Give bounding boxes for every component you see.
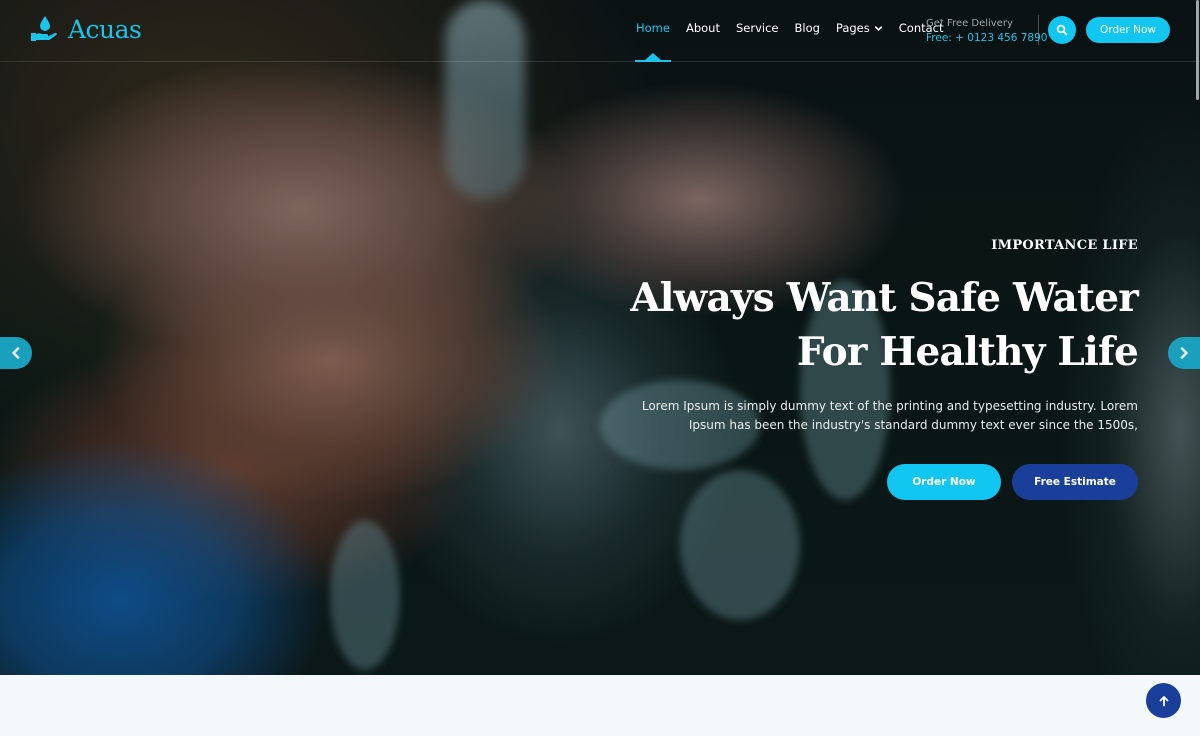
hero-buttons: Order Now Free Estimate — [578, 464, 1138, 500]
nav-item-home[interactable]: Home — [635, 21, 671, 62]
headline-line: Always Want Safe Water — [630, 275, 1139, 321]
water-drop-hand-icon — [31, 16, 57, 41]
chevron-left-icon — [12, 347, 20, 359]
logo[interactable]: Acuas — [30, 14, 142, 44]
search-button[interactable] — [1048, 16, 1076, 44]
nav-item-about[interactable]: About — [686, 21, 720, 35]
page-scrollbar[interactable] — [1196, 0, 1199, 100]
nav-item-service[interactable]: Service — [736, 21, 779, 35]
nav-label: Service — [735, 21, 779, 35]
hero-order-now-button[interactable]: Order Now — [887, 464, 1001, 500]
nav-label: Blog — [794, 21, 820, 35]
nav-item-pages[interactable]: Pages — [836, 21, 883, 35]
slider-prev-button[interactable] — [0, 337, 32, 369]
free-estimate-button[interactable]: Free Estimate — [1012, 464, 1138, 500]
site-header: Acuas Home About Service Blog Pages Cont… — [0, 0, 1200, 62]
main-nav: Home About Service Blog Pages Contact — [635, 21, 960, 62]
back-to-top-button[interactable] — [1146, 683, 1181, 718]
nav-label: Home — [636, 21, 670, 35]
delivery-info: Get Free Delivery Free: + 0123 456 7890 — [926, 16, 1047, 46]
description-line: Lorem Ipsum is simply dummy text of the … — [641, 399, 1138, 413]
header-divider — [1038, 15, 1039, 45]
chevron-down-icon — [874, 25, 882, 31]
header-order-now-button[interactable]: Order Now — [1086, 17, 1170, 43]
slider-next-button[interactable] — [1168, 337, 1200, 369]
description-line: Ipsum has been the industry's standard d… — [688, 418, 1138, 432]
nav-label: About — [685, 21, 720, 35]
nav-item-blog[interactable]: Blog — [795, 21, 820, 35]
hero-description: Lorem Ipsum is simply dummy text of the … — [578, 397, 1138, 435]
delivery-phone[interactable]: Free: + 0123 456 7890 — [926, 31, 1047, 46]
arrow-up-icon — [1159, 695, 1168, 706]
hero-eyebrow: IMPORTANCE LIFE — [991, 238, 1138, 253]
hero-headline: Always Want Safe Water For Healthy Life — [578, 271, 1139, 379]
delivery-label: Get Free Delivery — [926, 18, 1013, 29]
headline-line: For Healthy Life — [796, 329, 1139, 375]
next-section — [0, 675, 1200, 736]
brand-name: Acuas — [68, 14, 142, 44]
search-icon — [1056, 24, 1068, 36]
hero-content: IMPORTANCE LIFE Always Want Safe Water F… — [578, 238, 1139, 500]
chevron-right-icon — [1180, 347, 1188, 359]
nav-label: Pages — [835, 21, 870, 35]
